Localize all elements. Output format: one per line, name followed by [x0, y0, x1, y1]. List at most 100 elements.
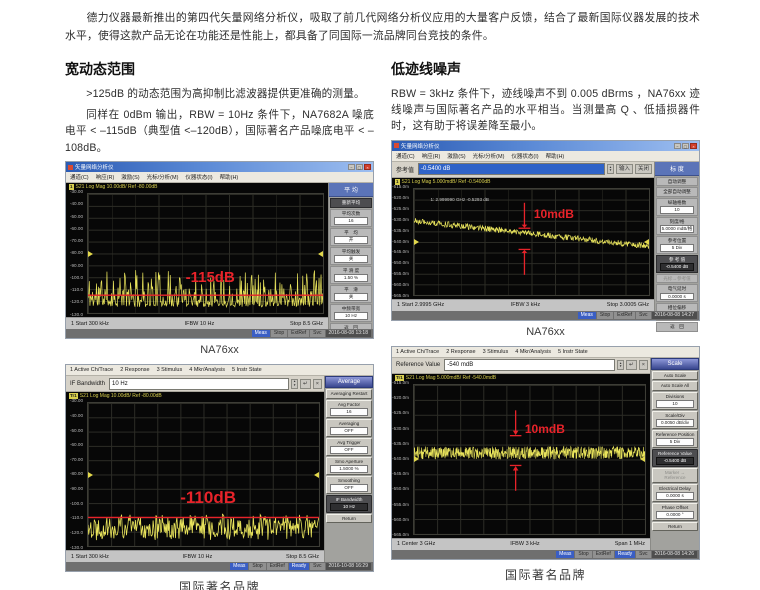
- softkey-label: Scale/Div: [654, 413, 696, 419]
- menu-item[interactable]: 1 Active Ch/Trace: [396, 349, 439, 355]
- entry-ok-button[interactable]: 输入: [616, 164, 633, 174]
- y-axis-label: -130.0: [70, 546, 83, 551]
- plot-area: 1 S21 Log Mag 10.00dB/ Ref -80.00dB -30.…: [66, 183, 328, 317]
- softkey-button[interactable]: Averaging OFF: [326, 419, 372, 437]
- menu-item[interactable]: 2 Response: [446, 349, 475, 355]
- softkey-button[interactable]: 重新平均: [330, 198, 372, 208]
- spinner-buttons[interactable]: ▲ ▼: [607, 164, 614, 174]
- menu-item[interactable]: 通道(C): [396, 152, 415, 160]
- softkey-button[interactable]: Divisions 10: [652, 392, 698, 410]
- softkey-button[interactable]: Electrical Delay 0.0000 s: [652, 484, 698, 502]
- y-axis-label: -540.0m: [392, 457, 409, 462]
- y-axis-label: -520.0m: [392, 396, 409, 401]
- softkey-label: 纵轴格数: [658, 200, 696, 206]
- softkey-button[interactable]: 中频带宽 10 Hz: [330, 304, 372, 322]
- y-axis-label: -60.00: [70, 227, 83, 232]
- entry-close-button[interactable]: ×: [639, 360, 648, 370]
- softkey-button[interactable]: Avg Factor 16: [326, 400, 372, 418]
- entry-close-button[interactable]: 关闭: [635, 164, 652, 174]
- softkey-button[interactable]: Auto Scale: [652, 371, 698, 381]
- value-entry-field[interactable]: 10 Hz: [109, 378, 289, 390]
- instrument-status-bar: MeasStopExtRefSvc2016-08-08 13:18: [66, 329, 373, 338]
- softkey-button[interactable]: 平 均 开: [330, 228, 372, 246]
- close-button[interactable]: ×: [690, 143, 697, 149]
- trace-info: 1 S21 Log Mag 10.00dB/ Ref -80.00dB: [69, 184, 158, 190]
- softkey-button[interactable]: 平 滑 度 1.50 %: [330, 266, 372, 284]
- y-axis-label: -130.0: [70, 313, 83, 318]
- menu-item[interactable]: 激励(S): [447, 152, 465, 160]
- menu-item[interactable]: 激励(S): [121, 173, 139, 181]
- spin-down-icon[interactable]: ▼: [292, 384, 297, 387]
- menu-item[interactable]: 光标/分析(M): [147, 173, 179, 181]
- menu-item[interactable]: 4 Mkr/Analysis: [515, 349, 551, 355]
- span-readout: Span 1 MHz: [615, 541, 645, 547]
- softkey-button[interactable]: 光标→参考值: [656, 274, 698, 284]
- softkey-label: 平 滑: [332, 287, 370, 293]
- softkey-button[interactable]: 参考位置 5 Div: [656, 236, 698, 254]
- menu-item[interactable]: 光标/分析(M): [473, 152, 505, 160]
- minimize-button[interactable]: −: [348, 164, 355, 170]
- softkey-button[interactable]: Reference Position 5 Div: [652, 430, 698, 448]
- softkey-button[interactable]: Averaging Restart: [326, 389, 372, 399]
- menu-item[interactable]: 3 Stimulus: [483, 349, 509, 355]
- softkey-button[interactable]: 返 回: [656, 322, 698, 332]
- close-button[interactable]: ×: [364, 164, 371, 170]
- menu-item[interactable]: 3 Stimulus: [157, 367, 183, 373]
- y-axis-label: -560.0m: [392, 518, 409, 523]
- menu-item[interactable]: 1 Active Ch/Trace: [70, 367, 113, 373]
- minimize-button[interactable]: −: [674, 143, 681, 149]
- softkey-button[interactable]: 平均次数 16: [330, 209, 372, 227]
- y-axis-label: -30.00: [70, 399, 83, 404]
- softkey-label: Reference Position: [654, 432, 696, 438]
- entry-enter-button[interactable]: ↵: [626, 360, 637, 370]
- softkey-button[interactable]: Scale/Div 0.0050 dB/div: [652, 411, 698, 429]
- y-axis-label: -90.00: [70, 264, 83, 269]
- softkey-button[interactable]: Marker → Reference: [652, 468, 698, 483]
- softkey-button[interactable]: IF Bandwidth 10 Hz: [326, 495, 372, 513]
- softkey-button[interactable]: 全部自动调整: [656, 187, 698, 197]
- softkey-button[interactable]: 平均触发 关: [330, 247, 372, 265]
- softkey-button[interactable]: Auto Scale All: [652, 381, 698, 391]
- menu-item[interactable]: 帮助(H): [220, 173, 239, 181]
- spinner-buttons[interactable]: ▲ ▼: [617, 360, 624, 370]
- softkey-button[interactable]: 电气延时 0.0000 s: [656, 284, 698, 302]
- softkey-button[interactable]: 刻度/格 5.0000 mdB/格: [656, 217, 698, 235]
- y-axis-label: -50.00: [70, 429, 83, 434]
- softkey-value: -0.5400 dB: [660, 263, 695, 271]
- menu-item[interactable]: 5 Instr State: [558, 349, 588, 355]
- softkey-button[interactable]: 平 滑 关: [330, 285, 372, 303]
- menu-item[interactable]: 响应(R): [96, 173, 115, 181]
- menu-item[interactable]: 响应(R): [422, 152, 441, 160]
- softkey-value: OFF: [330, 427, 368, 435]
- value-entry-field[interactable]: -540 mdB: [444, 359, 615, 371]
- menu-item[interactable]: 4 Mkr/Analysis: [189, 367, 225, 373]
- softkey-button[interactable]: Return: [326, 514, 372, 524]
- softkey-button[interactable]: Avg Trigger OFF: [326, 438, 372, 456]
- spin-down-icon[interactable]: ▼: [608, 169, 613, 172]
- value-entry-field[interactable]: -0.5400 dB: [418, 163, 605, 175]
- softkey-button[interactable]: Smo Aperture 1.5000 %: [326, 457, 372, 475]
- softkey-button[interactable]: Return: [652, 522, 698, 532]
- maximize-button[interactable]: ▢: [356, 164, 363, 170]
- menu-item[interactable]: 帮助(H): [546, 152, 565, 160]
- menu-item[interactable]: 5 Instr State: [232, 367, 262, 373]
- spinner-buttons[interactable]: ▲ ▼: [291, 379, 298, 389]
- softkey-button[interactable]: 纵轴格数 10: [656, 198, 698, 216]
- menu-item[interactable]: 仪器状态(I): [511, 152, 538, 160]
- menu-item[interactable]: 仪器状态(I): [185, 173, 212, 181]
- menu-item[interactable]: 2 Response: [120, 367, 149, 373]
- entry-close-button[interactable]: ×: [313, 379, 322, 389]
- menu-item[interactable]: 通道(C): [70, 173, 89, 181]
- softkey-label: 自动调整: [658, 179, 696, 185]
- spin-down-icon[interactable]: ▼: [618, 365, 623, 368]
- softkey-button[interactable]: Phase Offset 0.0000 °: [652, 503, 698, 521]
- graticule: 1: 2.999990 GHz -0.5293 dB 10mdB: [413, 188, 650, 296]
- softkey-button[interactable]: 自动调整: [656, 177, 698, 187]
- softkey-panel: Average Averaging Restart Avg Factor 16: [324, 376, 373, 562]
- y-axis-label: -560.0m: [392, 283, 409, 288]
- softkey-button[interactable]: Smoothing OFF: [326, 476, 372, 494]
- softkey-button[interactable]: Reference Value -0.5400 dB: [652, 449, 698, 467]
- maximize-button[interactable]: ▢: [682, 143, 689, 149]
- softkey-button[interactable]: 参 考 值 -0.5400 dB: [656, 255, 698, 273]
- entry-enter-button[interactable]: ↵: [300, 379, 311, 389]
